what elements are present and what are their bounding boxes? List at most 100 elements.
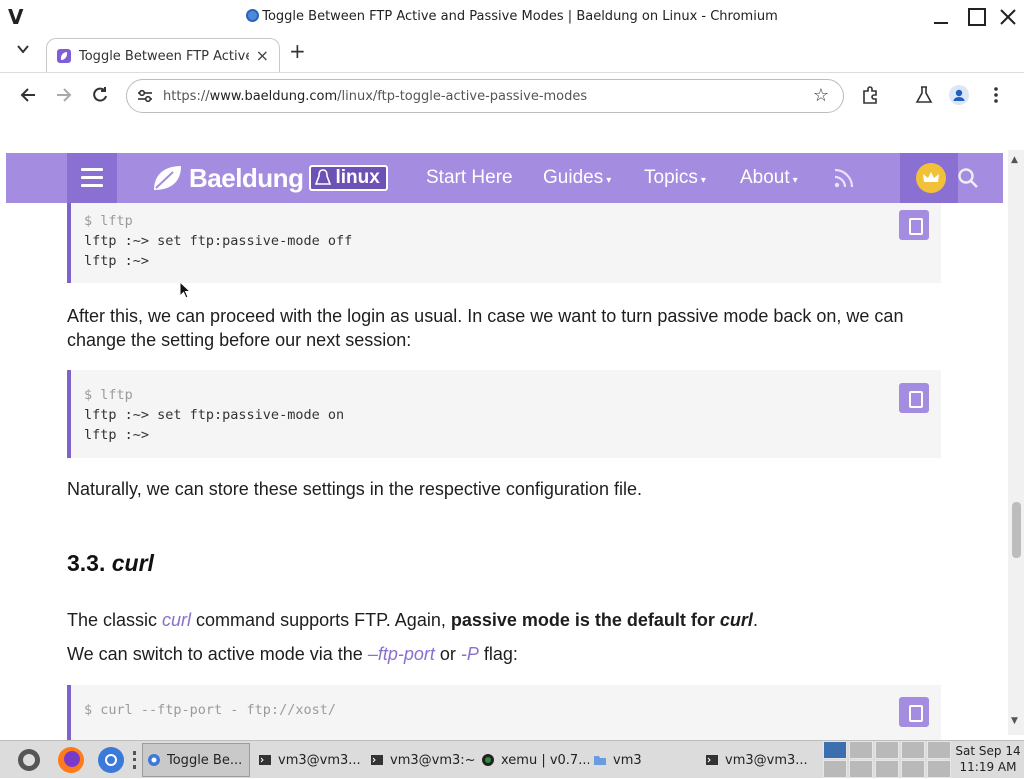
mouse-cursor-icon <box>179 281 191 299</box>
taskbar-item[interactable]: vm3@vm3... <box>705 743 813 777</box>
copy-code-button[interactable] <box>899 383 929 413</box>
copy-code-button[interactable] <box>899 697 929 727</box>
workspace-2[interactable] <box>849 741 873 759</box>
title-bar: V Toggle Between FTP Active and Passive … <box>0 0 1024 34</box>
taskbar-item-label: vm3@vm3... <box>725 752 808 768</box>
paragraph: The classic curl command supports FTP. A… <box>67 608 947 632</box>
baeldung-favicon-icon <box>57 49 71 63</box>
back-icon[interactable] <box>18 85 38 105</box>
clock[interactable]: Sat Sep 14 11:19 AM <box>952 743 1024 775</box>
paragraph: We can switch to active mode via the –ft… <box>67 642 947 666</box>
taskbar-item[interactable]: Toggle Be... <box>142 743 250 777</box>
workspace-7[interactable] <box>849 760 873 778</box>
workspace-5[interactable] <box>927 741 951 759</box>
search-icon[interactable] <box>957 167 979 189</box>
firefox-icon[interactable] <box>56 745 86 775</box>
tab-active[interactable]: Toggle Between FTP Active a × <box>46 38 280 72</box>
workspace-1[interactable] <box>823 741 847 759</box>
system-menu-icon[interactable] <box>14 745 44 775</box>
curl-link[interactable]: curl <box>162 610 191 630</box>
leaf-logo-icon <box>154 166 181 190</box>
nav-topics[interactable]: Topics ▾ <box>644 167 706 189</box>
scroll-down-icon[interactable]: ▼ <box>1011 716 1018 726</box>
tab-close-icon[interactable]: × <box>256 46 269 65</box>
taskbar-item-label: vm3 <box>613 752 642 768</box>
minimize-icon[interactable] <box>930 6 952 28</box>
url-host: www.baeldung.com <box>209 89 338 104</box>
terminal-icon <box>706 755 718 765</box>
nav-about-label: About <box>740 167 790 188</box>
code-prompt: $ curl --ftp-port - ftp://xost/ <box>84 702 336 718</box>
scrollbar-thumb[interactable] <box>1012 502 1021 558</box>
taskbar-item-label: Toggle Be... <box>167 752 243 768</box>
workspace-10[interactable] <box>927 760 951 778</box>
code-line: lftp :~> set ftp:passive-mode on <box>84 407 345 423</box>
bookmark-star-icon[interactable]: ☆ <box>813 85 829 106</box>
chromium-icon <box>246 9 260 22</box>
maximize-icon[interactable] <box>966 6 988 28</box>
workspace-4[interactable] <box>901 741 925 759</box>
address-bar[interactable]: https://www.baeldung.com/linux/ftp-toggl… <box>126 79 844 113</box>
text-span: flag: <box>478 644 518 664</box>
taskbar-item[interactable]: vm3@vm3... <box>258 743 366 777</box>
forward-icon[interactable] <box>54 85 74 105</box>
new-tab-icon[interactable]: + <box>289 39 306 63</box>
profile-avatar-icon[interactable] <box>949 85 969 105</box>
url-text: https://www.baeldung.com/linux/ftp-toggl… <box>163 89 587 104</box>
site-info-icon[interactable] <box>137 89 153 103</box>
nav-topics-label: Topics <box>644 167 698 188</box>
rss-feed-icon[interactable] <box>832 166 856 190</box>
site-logo[interactable]: Baeldung linux <box>151 162 388 194</box>
heading-number: 3.3. <box>67 550 106 576</box>
tab-search-chevron-icon[interactable] <box>16 42 30 56</box>
code-line: lftp :~> <box>84 253 150 269</box>
window-title: Toggle Between FTP Active and Passive Mo… <box>0 9 1024 24</box>
bold-italic-text: curl <box>719 610 753 630</box>
scroll-up-icon[interactable]: ▲ <box>1011 155 1018 165</box>
caret-down-icon: ▾ <box>700 175 706 186</box>
extensions-icon[interactable] <box>860 85 880 105</box>
window-title-text: Toggle Between FTP Active and Passive Mo… <box>262 9 778 24</box>
nav-start-here[interactable]: Start Here <box>426 167 513 189</box>
brand-sub-badge: linux <box>309 165 388 191</box>
hamburger-menu-icon[interactable] <box>67 153 117 203</box>
taskbar-item-label: vm3@vm3... <box>278 752 361 768</box>
xemu-icon <box>482 754 494 766</box>
p-flag-link[interactable]: -P <box>461 644 479 664</box>
taskbar-item[interactable]: xemu | v0.7... <box>481 743 589 777</box>
ftp-port-link[interactable]: –ftp-port <box>368 644 435 664</box>
page-viewport: Baeldung linux Start Here Guides ▾ Topics… <box>0 150 1024 740</box>
copy-code-button[interactable] <box>899 210 929 240</box>
heading-command: curl <box>111 550 154 576</box>
taskbar-item[interactable]: vm3@vm3:~ <box>370 743 478 777</box>
page-scrollbar[interactable]: ▲ ▼ <box>1008 150 1024 735</box>
crown-button[interactable] <box>900 153 958 203</box>
code-line: $ curl --ftp-port - ftp://xost/ <box>71 700 941 720</box>
code-block: $ lftp lftp :~> set ftp:passive-mode off… <box>67 203 941 283</box>
taskbar: Toggle Be... vm3@vm3... vm3@vm3:~ xemu |… <box>0 740 1024 778</box>
nav-about[interactable]: About ▾ <box>740 167 798 189</box>
workspace-6[interactable] <box>823 760 847 778</box>
nav-guides[interactable]: Guides ▾ <box>543 167 611 189</box>
workspace-3[interactable] <box>875 741 899 759</box>
menu-kebab-icon[interactable] <box>986 85 1006 105</box>
browser-toolbar: https://www.baeldung.com/linux/ftp-toggl… <box>0 72 1024 120</box>
tux-icon <box>315 169 332 185</box>
brand-name: Baeldung <box>189 162 304 193</box>
workspace-8[interactable] <box>875 760 899 778</box>
reload-icon[interactable] <box>90 85 110 105</box>
chromium-launcher-icon[interactable] <box>96 745 126 775</box>
crown-icon <box>916 163 946 193</box>
close-icon[interactable] <box>997 6 1019 28</box>
taskbar-item[interactable]: vm3 <box>593 743 701 777</box>
code-block: $ lftp lftp :~> set ftp:passive-mode on … <box>67 370 941 458</box>
workspace-pager[interactable] <box>823 741 951 779</box>
taskbar-item-label: vm3@vm3:~ <box>390 752 476 768</box>
code-line: lftp :~> set ftp:passive-mode off <box>84 233 353 249</box>
bold-text: passive mode is the default for <box>450 610 720 630</box>
paragraph: Naturally, we can store these settings i… <box>67 479 642 499</box>
text-span: command supports FTP. Again, <box>191 610 451 630</box>
workspace-9[interactable] <box>901 760 925 778</box>
labs-flask-icon[interactable] <box>914 85 934 105</box>
browser-window: V Toggle Between FTP Active and Passive … <box>0 0 1024 740</box>
